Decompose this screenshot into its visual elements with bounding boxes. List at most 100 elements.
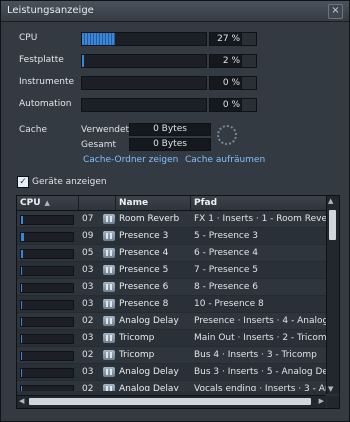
plugin-icon xyxy=(103,367,115,377)
row-name: Presence 4 xyxy=(119,248,169,258)
meter-peak xyxy=(241,32,257,46)
row-cpu-bar xyxy=(20,283,74,293)
row-cpu-meter xyxy=(20,279,76,295)
row-plugin-icon xyxy=(103,364,115,380)
meter-peak xyxy=(241,76,257,90)
window-title: Leistungsanzeige xyxy=(7,5,94,16)
scroll-down-icon[interactable]: ▼ xyxy=(328,385,333,393)
row-plugin-icon xyxy=(103,211,115,227)
row-cpu-bar xyxy=(20,368,74,378)
scrollbar-corner xyxy=(327,396,339,408)
plugin-icon xyxy=(103,316,115,326)
row-plugin-icon xyxy=(103,262,115,278)
row-cpu-fill xyxy=(21,267,22,275)
row-cpu-bar xyxy=(20,249,74,259)
row-cpu-meter xyxy=(20,330,76,346)
table-row[interactable]: 03 Presence 6 8 - Presence 6 xyxy=(17,279,326,296)
table-row[interactable]: 03 Analog Delay Bus 3 · Inserts · 5 - Anal… xyxy=(17,364,326,381)
row-name: Tricomp xyxy=(119,333,155,343)
vertical-scroll-thumb[interactable] xyxy=(329,210,336,240)
table-row[interactable]: 07 Room Reverb FX 1 · Inserts · 1 - Room R… xyxy=(17,211,326,228)
scroll-right-icon[interactable]: ▶ xyxy=(319,397,324,405)
row-instance-count: 07 xyxy=(82,214,94,224)
cache-used-label: Verwendet xyxy=(81,125,130,135)
column-cpu[interactable]: CPU ▲ xyxy=(17,196,79,210)
meter-peak xyxy=(241,54,257,68)
clean-cache-link[interactable]: Cache aufräumen xyxy=(185,155,265,165)
vertical-scrollbar[interactable]: ▲ ▼ xyxy=(326,196,339,394)
column-name[interactable]: Name xyxy=(116,196,191,210)
meter-label: Festplatte xyxy=(19,55,64,65)
show-devices-label: Geräte anzeigen xyxy=(32,177,107,187)
row-cpu-meter xyxy=(20,347,76,363)
row-plugin-icon xyxy=(103,330,115,346)
row-path: 7 - Presence 5 xyxy=(194,265,259,275)
cache-label: Cache xyxy=(19,125,47,135)
row-path: Main Out · Inserts · 2 - Tricomp xyxy=(194,333,326,343)
table-row[interactable]: 03 Presence 8 10 - Presence 8 xyxy=(17,296,326,313)
row-name: Room Reverb xyxy=(119,214,180,224)
row-name: Analog Delay xyxy=(119,316,179,326)
row-cpu-meter xyxy=(20,381,76,391)
show-devices-checkbox[interactable]: ✓ xyxy=(17,176,29,188)
row-path: 5 - Presence 3 xyxy=(194,231,259,241)
row-instance-count: 03 xyxy=(82,282,94,292)
performance-window: Leistungsanzeige × CPU 27 % Festplatte 2… xyxy=(0,0,350,422)
table-body: 07 Room Reverb FX 1 · Inserts · 1 - Room R… xyxy=(17,211,326,391)
scroll-up-icon[interactable]: ▲ xyxy=(328,197,333,205)
row-path: Presence · Inserts · 4 - Analog Delay xyxy=(194,316,326,326)
column-path[interactable]: Pfad xyxy=(191,196,326,210)
meter-bar xyxy=(81,98,207,112)
sort-ascending-icon: ▲ xyxy=(44,199,50,207)
row-cpu-fill xyxy=(21,250,23,258)
row-instance-count: 02 xyxy=(82,350,94,360)
meter-disk: Festplatte 2 % xyxy=(19,54,339,68)
horizontal-scroll-thumb[interactable] xyxy=(29,398,311,405)
table-row[interactable]: 02 Analog Delay Presence · Inserts · 4 - A… xyxy=(17,313,326,330)
show-cache-folder-link[interactable]: Cache-Ordner zeigen xyxy=(83,155,178,165)
row-name: Presence 6 xyxy=(119,282,169,292)
row-cpu-meter xyxy=(20,313,76,329)
meter-value: 0 % xyxy=(209,98,245,112)
column-path-label: Pfad xyxy=(194,198,218,208)
row-instance-count: 02 xyxy=(82,384,94,391)
row-cpu-bar xyxy=(20,334,74,344)
table-row[interactable]: 02 Tricomp Bus 4 · Inserts · 3 - Tricomp xyxy=(17,347,326,364)
scroll-left-icon[interactable]: ◀ xyxy=(19,397,24,405)
plugin-icon xyxy=(103,384,115,391)
column-cpu-label: CPU xyxy=(20,198,41,208)
cache-used-value: 0 Bytes xyxy=(129,123,211,136)
row-name: Presence 3 xyxy=(119,231,169,241)
row-cpu-fill xyxy=(21,318,22,326)
row-plugin-icon xyxy=(103,296,115,312)
title-bar[interactable]: Leistungsanzeige × xyxy=(1,1,349,22)
row-cpu-meter xyxy=(20,228,76,244)
column-number[interactable] xyxy=(79,196,116,210)
plugin-icon xyxy=(103,265,115,275)
row-path: Vocals ending · Inserts · 3 - Analog Del… xyxy=(194,384,326,391)
row-instance-count: 03 xyxy=(82,367,94,377)
plugin-icon xyxy=(103,231,115,241)
meter-bar xyxy=(81,32,207,46)
table-row[interactable]: 03 Tricomp Main Out · Inserts · 2 - Tricom… xyxy=(17,330,326,347)
table-row[interactable]: 05 Presence 4 6 - Presence 4 xyxy=(17,245,326,262)
cache-total-label: Gesamt xyxy=(81,140,117,150)
row-path: 10 - Presence 8 xyxy=(194,299,264,309)
column-name-label: Name xyxy=(119,198,149,208)
row-name: Tricomp xyxy=(119,350,155,360)
table-row[interactable]: 02 Analog Delay Vocals ending · Inserts · … xyxy=(17,381,326,391)
row-cpu-fill xyxy=(21,352,22,360)
row-cpu-fill xyxy=(21,301,22,309)
row-cpu-fill xyxy=(21,369,22,377)
row-cpu-meter xyxy=(20,262,76,278)
row-plugin-icon xyxy=(103,381,115,391)
row-cpu-bar xyxy=(20,385,74,391)
horizontal-scrollbar[interactable]: ◀ ▶ xyxy=(17,395,326,408)
close-button[interactable]: × xyxy=(328,4,343,19)
row-plugin-icon xyxy=(103,313,115,329)
row-cpu-fill xyxy=(21,284,22,292)
cache-activity-icon xyxy=(217,125,237,145)
table-row[interactable]: 09 Presence 3 5 - Presence 3 xyxy=(17,228,326,245)
table-row[interactable]: 03 Presence 5 7 - Presence 5 xyxy=(17,262,326,279)
meter-label: CPU xyxy=(19,33,38,43)
